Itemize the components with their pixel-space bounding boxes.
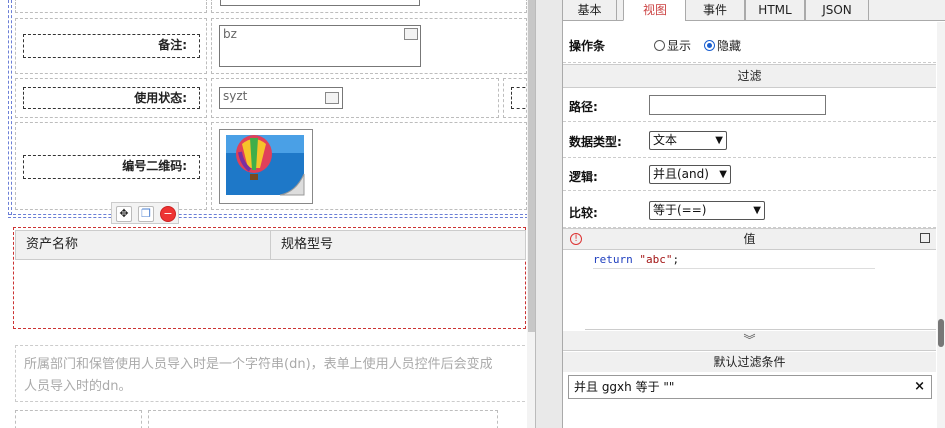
subtable[interactable]: 资产名称 规格型号 [13,227,526,329]
radio-show-label: 显示 [667,39,692,53]
compare-row: 比较: 等于(==) ▼ [563,191,936,228]
form-designer: 备注: bz 使用状态: syzt 编号二维码: ✥ ❐ − 资产名称 规格型号… [0,0,535,428]
code-end: ; [672,253,680,266]
form-cell [15,0,207,13]
scrollbar-track[interactable] [937,22,945,428]
logic-select[interactable]: 并且(and) ▼ [649,165,731,184]
datatype-row: 数据类型: 文本 ▼ [563,122,936,158]
radio-show[interactable]: 显示 [654,37,691,54]
status-select-field[interactable]: syzt [219,87,343,109]
maximize-icon[interactable] [920,233,930,243]
tab-json[interactable]: JSON [805,0,869,21]
code-string: "abc" [639,253,673,266]
guide-line [11,0,12,215]
property-panel: 基本 视图 事件 HTML JSON 操作条 显示 隐藏 过滤 路径: 数据类型… [563,0,945,428]
form-cell [148,410,498,428]
textarea-icon [404,28,418,40]
compare-label: 比较: [569,206,598,220]
radio-icon [654,40,665,51]
move-icon[interactable]: ✥ [116,206,132,222]
radio-icon [704,40,715,51]
active-line [593,268,875,269]
toolbar-option-label: 操作条 [569,39,606,53]
path-input[interactable] [649,95,826,115]
compare-value: 等于(==) [653,203,707,217]
note-line: 所属部门和保管使用人员导入时是一个字符串(dn)，表单上使用人员控件后会变成 [24,357,493,372]
logic-row: 逻辑: 并且(and) ▼ [563,158,936,191]
edit-icon [325,92,339,104]
panel-splitter[interactable] [535,0,563,428]
chevron-down-icon: ▼ [753,205,761,216]
info-icon[interactable]: ! [570,233,582,245]
guide-line [8,214,528,215]
field-partial[interactable] [220,0,420,6]
column-header[interactable]: 资产名称 [15,230,271,260]
chevron-down-icon: ▼ [715,135,723,146]
remark-textarea[interactable]: bz [219,25,421,67]
help-note: 所属部门和保管使用人员导入时是一个字符串(dn)，表单上使用人员控件后会变成 人… [15,345,530,402]
scrollbar-thumb[interactable] [938,319,944,347]
tab-events[interactable]: 事件 [685,0,745,21]
chevron-down-icon: ▼ [719,169,727,180]
remark-label: 备注: [23,34,200,58]
tab-bar: 基本 视图 事件 HTML JSON [563,0,945,21]
tab-view[interactable]: 视图 [623,0,687,21]
default-filter-item[interactable]: 并且 ggxh 等于 "" × [568,375,932,399]
code-keyword: return [593,253,633,266]
value-section-title: 值 [743,232,756,246]
copy-icon[interactable]: ❐ [138,206,154,222]
compare-select[interactable]: 等于(==) ▼ [649,201,765,220]
column-header[interactable]: 规格型号 [270,230,526,260]
note-line: 人员导入时的dn。 [24,379,132,394]
collapse-toggle[interactable]: ︾ [563,331,936,351]
default-filter-text: 并且 ggxh 等于 "" [574,380,675,394]
logic-label: 逻辑: [569,170,598,184]
datatype-value: 文本 [653,133,678,147]
path-row: 路径: [563,89,936,122]
code-editor[interactable]: return "abc"; [563,250,936,330]
code-line: return "abc"; [593,253,679,266]
datatype-label: 数据类型: [569,135,622,149]
qrcode-label: 编号二维码: [23,155,200,179]
datatype-select[interactable]: 文本 ▼ [649,131,727,150]
radio-hide-label: 隐藏 [717,39,742,53]
remark-value: bz [223,27,237,41]
delete-icon[interactable]: − [160,206,176,222]
toolbar-option-row: 操作条 显示 隐藏 [563,22,936,63]
tab-basic[interactable]: 基本 [563,0,617,21]
default-filter-header: 默认过滤条件 [563,352,936,372]
element-toolbar: ✥ ❐ − [111,202,179,224]
guide-line [8,0,9,215]
form-cell [15,410,142,428]
scrollbar-thumb[interactable] [528,0,535,332]
double-chevron-down-icon: ︾ [743,333,756,347]
tab-html[interactable]: HTML [745,0,805,21]
qrcode-image[interactable] [219,129,313,204]
status-value: syzt [223,89,248,103]
value-section-header: ! 值 [563,228,936,250]
path-label: 路径: [569,100,598,114]
close-icon[interactable]: × [914,376,925,398]
logic-value: 并且(and) [653,167,709,181]
guide-line [8,217,528,218]
editor-gutter [563,250,585,330]
image-placeholder-icon [226,135,305,196]
status-label: 使用状态: [23,87,200,109]
radio-hide[interactable]: 隐藏 [704,37,741,54]
filter-section-header: 过滤 [563,64,936,88]
